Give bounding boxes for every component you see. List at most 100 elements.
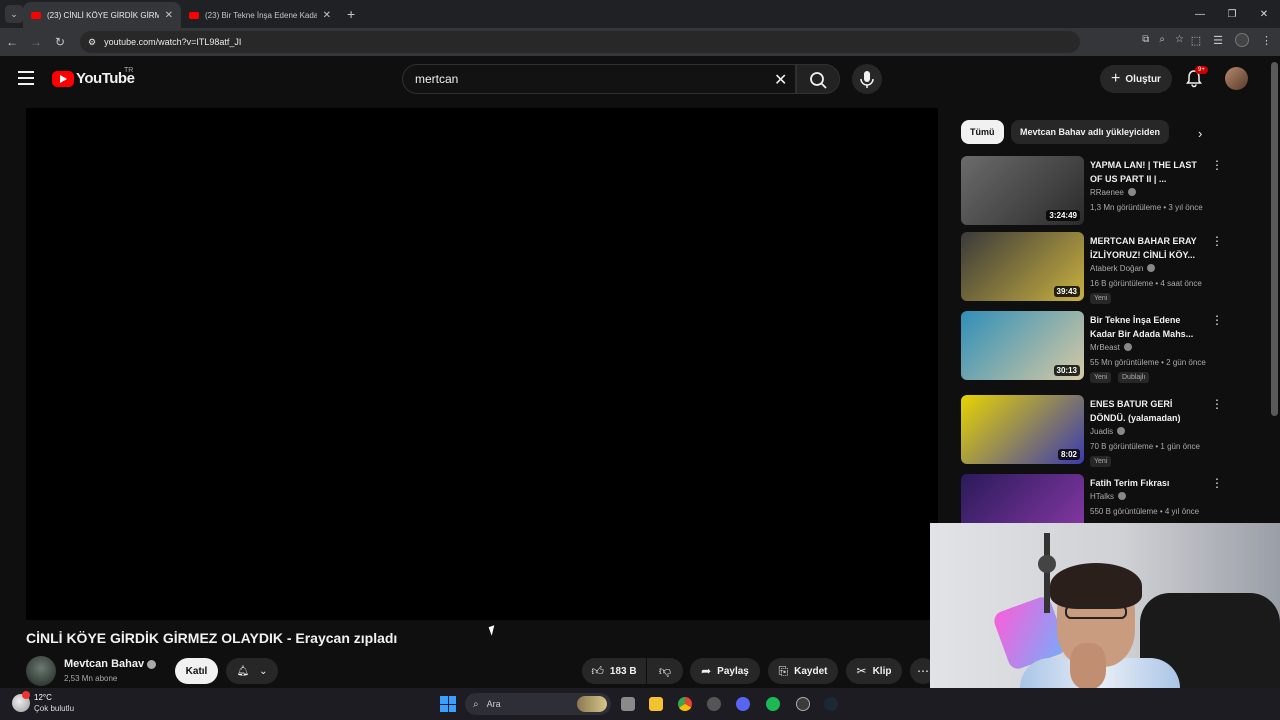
recommended-video-card[interactable]: 39:43 MERTCAN BAHAR ERAY İZLİYORUZ! CİNLİ… bbox=[961, 232, 1251, 304]
verified-icon bbox=[1123, 343, 1132, 351]
tab-close-icon[interactable]: ✕ bbox=[323, 10, 331, 21]
recommended-video-title[interactable]: Fatih Terim Fıkrası bbox=[1090, 476, 1208, 490]
weather-alert-icon bbox=[22, 691, 30, 699]
recommended-video-title[interactable]: Bir Tekne İnşa Edene Kadar Bir Adada Mah… bbox=[1090, 313, 1208, 341]
recommended-video-card[interactable]: 30:13 Bir Tekne İnşa Edene Kadar Bir Adad… bbox=[961, 311, 1251, 383]
join-button[interactable]: Katıl bbox=[175, 658, 218, 684]
save-button[interactable]: ⎘ Kaydet bbox=[768, 658, 838, 684]
recommended-channel-name[interactable]: RRaenee bbox=[1090, 188, 1136, 197]
chip-all[interactable]: Tümü bbox=[961, 120, 1004, 144]
video-thumbnail[interactable]: 8:02 bbox=[961, 395, 1084, 464]
share-arrow-icon: ➦ bbox=[701, 664, 712, 678]
browser-toolbar: ← → ↻ ⚙ youtube.com/watch?v=ITL98atf_JI … bbox=[0, 28, 1280, 56]
clip-button[interactable]: ✂ Klip bbox=[846, 658, 902, 684]
task-view-icon[interactable] bbox=[621, 697, 635, 711]
discord-icon[interactable] bbox=[736, 697, 750, 711]
recommended-video-meta: 1,3 Mn görüntüleme • 3 yıl önce bbox=[1090, 203, 1203, 212]
file-explorer-icon[interactable] bbox=[649, 697, 663, 711]
recommended-channel-name[interactable]: Juadis bbox=[1090, 427, 1126, 436]
youtube-logo[interactable]: YouTube TR bbox=[52, 67, 135, 87]
recommended-video-card[interactable]: Fatih Terim Fıkrası HTalks 550 B görüntüle… bbox=[961, 474, 1251, 526]
chrome-menu-icon[interactable]: ⋮ bbox=[1261, 34, 1272, 47]
bookmark-star-icon[interactable]: ☆ bbox=[1175, 34, 1184, 45]
video-player[interactable] bbox=[26, 108, 938, 620]
plus-icon: + bbox=[1111, 70, 1121, 87]
video-thumbnail[interactable] bbox=[961, 474, 1084, 526]
chip-from-uploader[interactable]: Mevtcan Bahav adlı yükleyiciden bbox=[1011, 120, 1170, 144]
search-button[interactable] bbox=[796, 64, 840, 94]
install-app-icon[interactable]: ⧉ bbox=[1142, 34, 1149, 45]
video-duration: 30:13 bbox=[1053, 365, 1080, 376]
profile-avatar-icon[interactable] bbox=[1235, 33, 1249, 47]
recommended-video-title[interactable]: ENES BATUR GERİ DÖNDÜ. (yalamadan) bbox=[1090, 397, 1208, 425]
address-bar[interactable]: ⚙ youtube.com/watch?v=ITL98atf_JI bbox=[80, 31, 1080, 53]
page-scrollbar[interactable] bbox=[1271, 62, 1278, 416]
youtube-favicon-icon bbox=[189, 11, 199, 19]
video-thumbnail[interactable]: 39:43 bbox=[961, 232, 1084, 301]
clear-search-icon[interactable]: ✕ bbox=[774, 70, 787, 90]
menu-icon[interactable] bbox=[18, 71, 34, 85]
recommended-video-title[interactable]: MERTCAN BAHAR ERAY İZLİYORUZ! CİNLİ KÖY.… bbox=[1090, 234, 1208, 262]
chrome-icon[interactable] bbox=[678, 697, 692, 711]
recommended-video-card[interactable]: 8:02 ENES BATUR GERİ DÖNDÜ. (yalamadan) Ju… bbox=[961, 395, 1251, 467]
tab-inactive[interactable]: (23) Bir Tekne İnşa Edene Kada ✕ bbox=[181, 2, 339, 28]
video-thumbnail[interactable]: 3:24:49 bbox=[961, 156, 1084, 225]
tab-search-icon[interactable]: ⌄ bbox=[5, 5, 23, 23]
more-options-icon[interactable]: ⋮ bbox=[1211, 397, 1223, 411]
minimize-icon[interactable]: — bbox=[1184, 9, 1216, 20]
steam-icon[interactable] bbox=[824, 697, 838, 711]
search-input[interactable]: mertcan bbox=[402, 64, 796, 94]
channel-name[interactable]: Mevtcan Bahav bbox=[64, 658, 144, 670]
windows-taskbar: 12°C Çok bulutlu ⌕ Ara bbox=[0, 688, 1280, 720]
back-icon[interactable]: ← bbox=[0, 35, 24, 49]
create-button[interactable]: + Oluştur bbox=[1100, 65, 1172, 93]
channel-avatar[interactable] bbox=[26, 656, 56, 686]
video-tag-badge: Dublajlı bbox=[1118, 372, 1150, 383]
recommended-video-card[interactable]: 3:24:49 YAPMA LAN! | THE LAST OF US PART … bbox=[961, 156, 1251, 228]
reading-list-icon[interactable]: ☰ bbox=[1213, 34, 1223, 47]
obs-icon[interactable] bbox=[796, 697, 810, 711]
more-horizontal-icon: ⋯ bbox=[917, 664, 929, 678]
microphone-icon bbox=[860, 71, 874, 88]
zoom-icon[interactable]: ⌕ bbox=[1159, 34, 1165, 45]
recommended-video-meta: 55 Mn görüntüleme • 2 gün önce bbox=[1090, 358, 1206, 367]
spotify-icon[interactable] bbox=[766, 697, 780, 711]
tab-active[interactable]: (23) CİNLİ KÖYE GİRDİK GİRME ✕ bbox=[23, 2, 181, 28]
extensions-icon[interactable]: ⬚ bbox=[1191, 34, 1201, 47]
close-window-icon[interactable]: ✕ bbox=[1248, 9, 1280, 20]
more-options-icon[interactable]: ⋮ bbox=[1211, 234, 1223, 248]
more-options-icon[interactable]: ⋮ bbox=[1211, 158, 1223, 172]
more-options-icon[interactable]: ⋮ bbox=[1211, 476, 1223, 490]
webcam-person-glasses bbox=[1065, 605, 1127, 619]
video-thumbnail[interactable]: 30:13 bbox=[961, 311, 1084, 380]
search-highlight-icon bbox=[577, 696, 607, 712]
recommended-channel-name[interactable]: Ataberk Doğan bbox=[1090, 264, 1156, 273]
forward-icon[interactable]: → bbox=[24, 35, 48, 49]
notification-badge: 9+ bbox=[1195, 66, 1208, 74]
dislike-button[interactable]: 👎︎ bbox=[647, 658, 683, 684]
tab-close-icon[interactable]: ✕ bbox=[165, 10, 173, 21]
windows-start-icon[interactable] bbox=[440, 696, 456, 712]
restore-icon[interactable]: ❐ bbox=[1216, 9, 1248, 20]
thumbs-down-icon: 👎︎ bbox=[658, 663, 672, 678]
weather-temperature: 12°C bbox=[34, 693, 52, 702]
new-tab-icon[interactable]: + bbox=[347, 6, 355, 22]
video-tag-badge: Yeni bbox=[1090, 293, 1112, 304]
account-avatar[interactable] bbox=[1225, 67, 1248, 90]
taskbar-search[interactable]: ⌕ Ara bbox=[465, 693, 611, 715]
reload-icon[interactable]: ↻ bbox=[48, 35, 72, 49]
share-button[interactable]: ➦ Paylaş bbox=[690, 658, 760, 684]
site-info-icon[interactable]: ⚙ bbox=[88, 37, 96, 48]
app-icon[interactable] bbox=[707, 697, 721, 711]
recommended-channel-name[interactable]: HTalks bbox=[1090, 492, 1127, 501]
more-options-icon[interactable]: ⋮ bbox=[1211, 313, 1223, 327]
recommended-channel-name[interactable]: MrBeast bbox=[1090, 343, 1132, 352]
recommended-video-title[interactable]: YAPMA LAN! | THE LAST OF US PART II | ..… bbox=[1090, 158, 1208, 186]
video-duration: 8:02 bbox=[1057, 449, 1080, 460]
video-duration: 39:43 bbox=[1053, 286, 1080, 297]
chevron-right-icon[interactable]: › bbox=[1198, 126, 1202, 141]
voice-search-button[interactable] bbox=[852, 64, 882, 94]
like-button[interactable]: 👍︎ 183 B bbox=[582, 658, 646, 684]
subscription-bell-button[interactable]: 🔔︎ ⌄ bbox=[226, 658, 278, 684]
weather-condition: Çok bulutlu bbox=[34, 704, 75, 713]
